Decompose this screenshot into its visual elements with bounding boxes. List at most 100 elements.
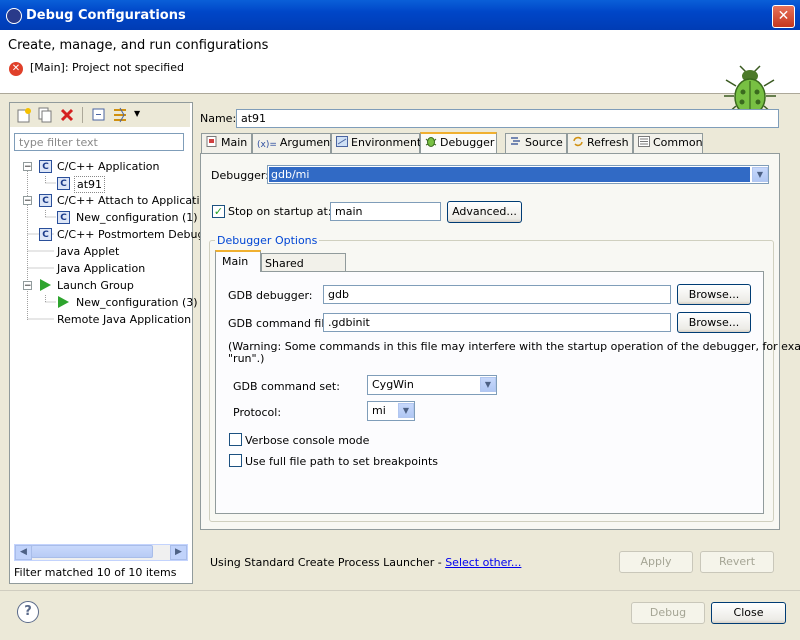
delete-icon[interactable] (59, 107, 75, 123)
environment-icon (336, 136, 348, 147)
protocol-label: Protocol: (233, 406, 282, 419)
collapse-icon[interactable]: − (23, 281, 32, 291)
tree-item-label: Java Applet (57, 245, 120, 258)
help-icon[interactable]: ? (17, 601, 39, 623)
launch-group-icon (40, 279, 51, 291)
verbose-console-checkbox[interactable] (229, 433, 242, 446)
stop-on-startup-input[interactable]: main (330, 202, 441, 221)
tree-item-label: New_configuration (3) (76, 296, 198, 309)
new-configuration-icon[interactable] (16, 107, 32, 123)
error-message: [Main]: Project not specified (30, 61, 184, 74)
tab-label: Common (653, 136, 703, 149)
bottom-divider (0, 590, 800, 591)
filter-status: Filter matched 10 of 10 items (14, 566, 177, 579)
tree-item-cpp-application[interactable]: − C C/C++ Application (14, 158, 190, 175)
collapse-icon[interactable]: − (23, 162, 32, 172)
cpp-attach-icon: C (57, 211, 70, 224)
debug-button[interactable]: Debug (631, 602, 705, 624)
command-set-label: GDB command set: (233, 380, 340, 393)
tab-label: Source (525, 136, 563, 149)
scroll-right-icon[interactable]: ▶ (170, 545, 187, 560)
window-title: Debug Configurations (26, 8, 186, 23)
left-toolbar: ▼ (10, 103, 190, 127)
name-label: Name: (200, 112, 237, 125)
tab-arguments[interactable]: (x)= Arguments (252, 133, 340, 153)
chevron-down-icon[interactable]: ▼ (480, 377, 496, 392)
toolbar-divider (82, 107, 83, 123)
gdb-debugger-input[interactable]: gdb (323, 285, 671, 304)
view-menu-icon[interactable]: ▼ (134, 109, 140, 118)
gdb-command-file-input[interactable]: .gdbinit (323, 313, 671, 332)
filter-icon[interactable] (112, 107, 128, 123)
tab-common[interactable]: Common (633, 133, 703, 153)
tree-item-new-configuration-1[interactable]: C New_configuration (1) (14, 209, 198, 226)
full-path-checkbox[interactable] (229, 454, 242, 467)
name-input[interactable]: at91 (236, 109, 779, 128)
collapse-all-icon[interactable] (91, 107, 107, 123)
browse-gdb-command-file-button[interactable]: Browse... (677, 312, 751, 333)
collapse-icon[interactable]: − (23, 196, 32, 206)
revert-button[interactable]: Revert (700, 551, 774, 573)
window-close-button[interactable]: ✕ (772, 5, 795, 28)
options-tab-shared-libraries[interactable]: Shared Libraries (261, 253, 346, 283)
filter-input[interactable]: type filter text (14, 133, 184, 151)
launcher-text: Using Standard Create Process Launcher - (210, 556, 446, 569)
stop-on-startup-checkbox[interactable]: ✓ (212, 205, 225, 218)
command-set-select[interactable]: CygWin ▼ (367, 375, 497, 395)
source-icon (511, 137, 520, 145)
stop-on-startup-label: Stop on startup at: (228, 205, 332, 218)
tree-item-remote-java-application[interactable]: Remote Java Application (14, 311, 192, 328)
title-bar: Debug Configurations ✕ (0, 0, 800, 30)
tab-main[interactable]: Main (201, 133, 252, 153)
chevron-down-icon[interactable]: ▼ (398, 403, 414, 418)
tree-item-java-applet[interactable]: Java Applet (14, 243, 190, 260)
scrollbar-thumb[interactable] (31, 545, 153, 558)
configuration-tree: − C C/C++ Application C at91 − C C/C++ A… (14, 158, 206, 338)
eclipse-icon (6, 8, 22, 24)
cpp-attach-icon: C (39, 194, 52, 207)
tab-label: Debugger (440, 136, 495, 149)
refresh-icon (573, 136, 583, 147)
select-other-link[interactable]: Select other... (445, 556, 521, 569)
chevron-down-icon[interactable]: ▼ (752, 167, 768, 182)
debugger-options-label: Debugger Options (215, 234, 320, 247)
gdb-debugger-label: GDB debugger: (228, 289, 313, 302)
tree-item-label: New_configuration (1) (76, 211, 198, 224)
tree-item-label: C/C++ Attach to Applicatic (57, 194, 206, 207)
horizontal-scrollbar[interactable]: ◀ ▶ (14, 544, 188, 561)
verbose-console-label: Verbose console mode (245, 434, 370, 447)
warning-text-line-2: "run".) (228, 352, 265, 365)
tree-item-new-configuration-3[interactable]: New_configuration (3) (14, 294, 198, 311)
full-path-label: Use full file path to set breakpoints (245, 455, 439, 468)
tree-item-at91[interactable]: C at91 (14, 175, 190, 193)
tree-item-java-application[interactable]: Java Application (14, 260, 190, 277)
tree-item-label: Java Application (57, 262, 146, 275)
tree-item-launch-group[interactable]: − Launch Group (14, 277, 190, 294)
tab-refresh[interactable]: Refresh (567, 133, 633, 153)
advanced-button[interactable]: Advanced... (447, 201, 522, 223)
close-button[interactable]: Close (711, 602, 786, 624)
options-tab-main[interactable]: Main (215, 250, 261, 272)
cpp-application-icon: C (39, 160, 52, 173)
tab-label: Main (222, 255, 249, 268)
tree-item-label: Remote Java Application (57, 313, 192, 326)
tab-source[interactable]: Source (505, 133, 567, 153)
tree-item-label: Launch Group (57, 279, 134, 292)
tab-label: Main (221, 136, 248, 149)
tree-item-cpp-postmortem[interactable]: C C/C++ Postmortem Debug (14, 226, 204, 243)
tab-debugger[interactable]: Debugger (420, 132, 497, 154)
protocol-value: mi (372, 404, 386, 417)
header-title: Create, manage, and run configurations (8, 38, 269, 53)
warning-text-line-1: (Warning: Some commands in this file may… (228, 340, 800, 353)
tree-item-cpp-attach[interactable]: − C C/C++ Attach to Applicatic (14, 192, 206, 209)
protocol-select[interactable]: mi ▼ (367, 401, 415, 421)
browse-gdb-debugger-button[interactable]: Browse... (677, 284, 751, 305)
command-set-value: CygWin (372, 378, 414, 391)
duplicate-icon[interactable] (37, 107, 53, 123)
debugger-select[interactable]: gdb/mi ▼ (267, 165, 769, 184)
scroll-left-icon[interactable]: ◀ (15, 545, 32, 560)
main-tab-icon (206, 136, 217, 147)
tab-environment[interactable]: Environment (331, 133, 421, 153)
apply-button[interactable]: Apply (619, 551, 693, 573)
tree-item-label: C/C++ Postmortem Debug (57, 228, 205, 241)
